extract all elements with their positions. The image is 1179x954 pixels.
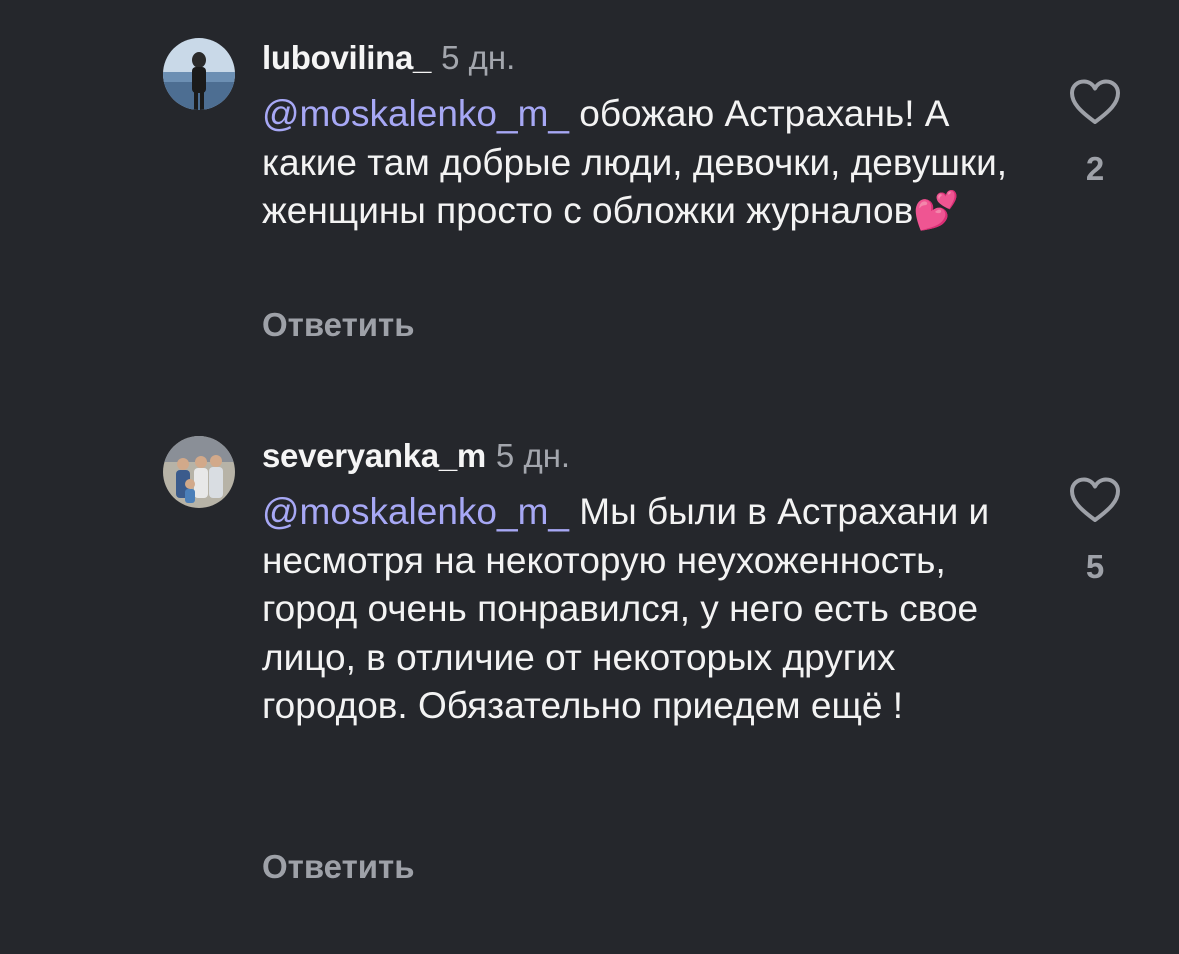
mention-link[interactable]: @moskalenko_m_ [262, 491, 569, 532]
two-hearts-emoji: 💕 [913, 190, 960, 231]
comment-text: @moskalenko_m_ обожаю Астрахань! А какие… [262, 90, 1032, 236]
comment-header: lubovilina_ 5 дн. [262, 38, 515, 78]
avatar[interactable] [163, 38, 235, 110]
comment-time: 5 дн. [441, 39, 516, 76]
like-button[interactable] [1068, 476, 1122, 524]
comment-time: 5 дн. [495, 437, 571, 474]
comment-header: severyanka_m 5 дн. [262, 436, 570, 476]
reply-button[interactable]: Ответить [262, 306, 415, 344]
like-count: 5 [1085, 548, 1105, 585]
reply-button[interactable]: Ответить [262, 848, 415, 886]
username[interactable]: severyanka_m [262, 437, 486, 474]
comment-text: @moskalenko_m_ Мы были в Астрахани и нес… [262, 488, 1032, 731]
heart-outline-icon [1070, 477, 1120, 522]
like-count: 2 [1085, 150, 1105, 187]
mention-link[interactable]: @moskalenko_m_ [262, 93, 569, 134]
username[interactable]: lubovilina_ [262, 39, 431, 76]
avatar[interactable] [163, 436, 235, 508]
heart-outline-icon [1070, 79, 1120, 124]
like-button[interactable] [1068, 78, 1122, 126]
